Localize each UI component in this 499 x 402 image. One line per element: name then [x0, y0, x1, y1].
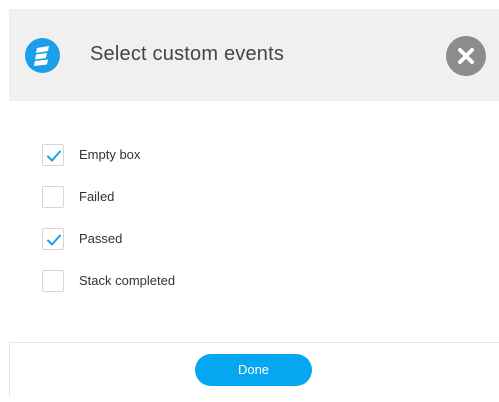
- event-list: Empty box Failed Passed Stack completed: [42, 143, 176, 312]
- checkbox-failed[interactable]: [42, 185, 64, 208]
- dialog-header: Select custom events: [9, 9, 499, 101]
- checkbox-passed[interactable]: [42, 227, 64, 250]
- checkbox-stack-completed[interactable]: [42, 269, 64, 292]
- close-button[interactable]: [446, 36, 486, 76]
- event-label: Passed: [79, 231, 123, 246]
- event-item-stack-completed[interactable]: Stack completed: [42, 269, 176, 292]
- event-item-empty-box[interactable]: Empty box: [42, 143, 175, 166]
- event-item-failed[interactable]: Failed: [42, 185, 175, 208]
- checkmark-icon: [47, 150, 61, 161]
- dialog-title: Select custom events: [90, 43, 285, 65]
- event-label: Stack completed: [79, 273, 176, 288]
- event-label: Failed: [79, 189, 115, 204]
- footer-divider: [9, 342, 499, 343]
- checkmark-icon: [47, 234, 61, 245]
- checkbox-empty-box[interactable]: [42, 143, 64, 166]
- bricks-logo-icon: [25, 38, 60, 73]
- footer-edge: [9, 342, 10, 397]
- close-icon: [458, 48, 474, 64]
- event-item-passed[interactable]: Passed: [42, 227, 175, 250]
- event-label: Empty box: [79, 147, 141, 162]
- select-events-dialog: Select custom events Empty box Failed Pa…: [0, 0, 499, 402]
- done-button[interactable]: Done: [195, 354, 312, 386]
